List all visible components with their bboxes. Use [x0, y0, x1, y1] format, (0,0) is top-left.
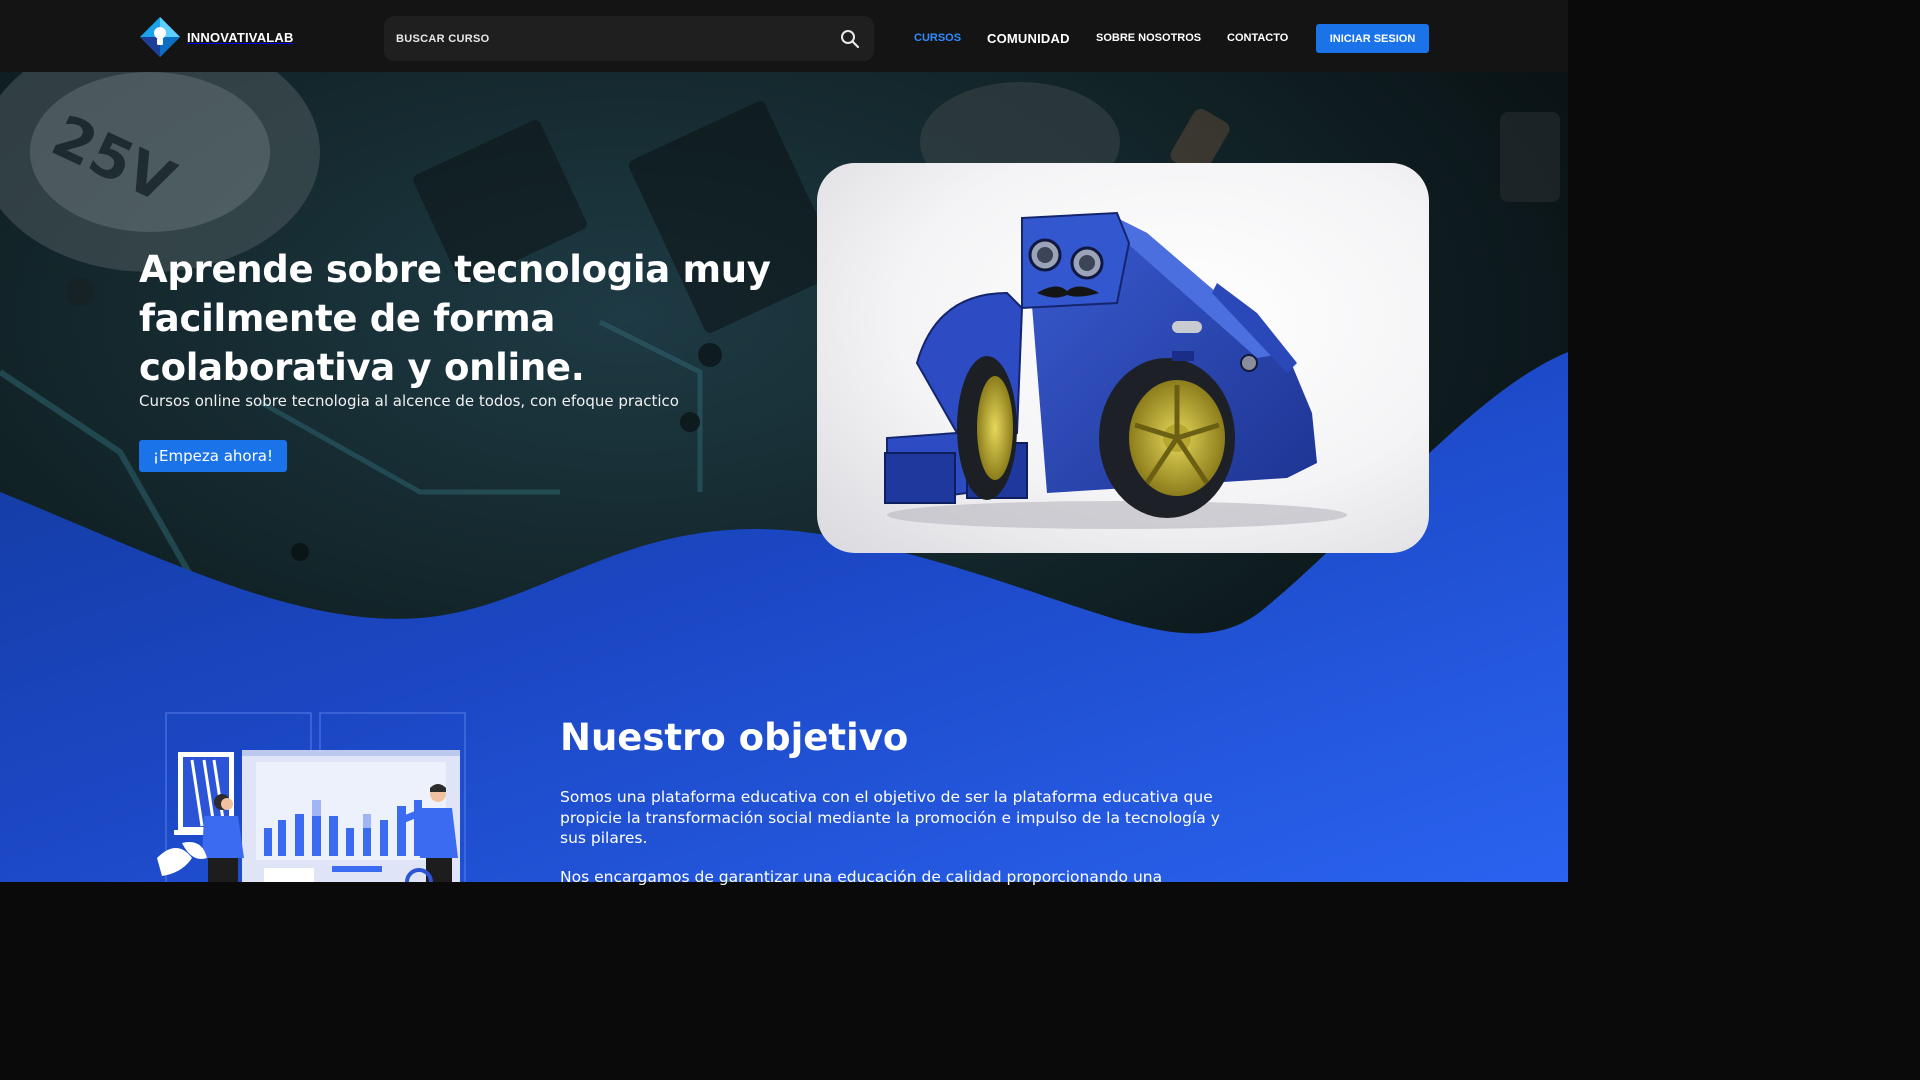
nav-item-contacto[interactable]: CONTACTO: [1227, 32, 1288, 44]
search-icon[interactable]: [840, 29, 860, 49]
start-now-button[interactable]: ¡Empeza ahora!: [139, 440, 287, 472]
objective-title: Nuestro objetivo: [560, 716, 909, 759]
brand-name: INNOVATIVALAB: [187, 29, 294, 45]
objective-paragraph-2: Nos encargamos de garantizar una educaci…: [560, 868, 1163, 886]
analytics-team-illustration: [157, 712, 466, 882]
login-button[interactable]: INICIAR SESION: [1316, 24, 1429, 53]
hero-robot-image-card: [817, 163, 1429, 553]
nav-item-cursos[interactable]: CURSOS: [914, 32, 961, 44]
brand-logo[interactable]: INNOVATIVALAB: [139, 16, 294, 58]
search-bar: [384, 16, 874, 61]
objective-paragraph-1: Somos una plataforma educativa con el ob…: [560, 788, 1220, 847]
robot-render-image: [884, 211, 1347, 529]
nav-item-sobre-nosotros[interactable]: SOBRE NOSOTROS: [1096, 32, 1201, 44]
hero-subtitle: Cursos online sobre tecnologia al alcenc…: [139, 392, 679, 410]
search-input[interactable]: [396, 32, 840, 45]
hero-title: Aprende sobre tecnologia muy facilmente …: [139, 248, 771, 389]
nav-item-comunidad[interactable]: COMUNIDAD: [987, 31, 1070, 46]
lightbulb-diamond-logo-icon: [140, 17, 180, 57]
top-navbar: INNOVATIVALAB CURSOS COMUNIDAD SOBRE NOS…: [0, 0, 1568, 72]
